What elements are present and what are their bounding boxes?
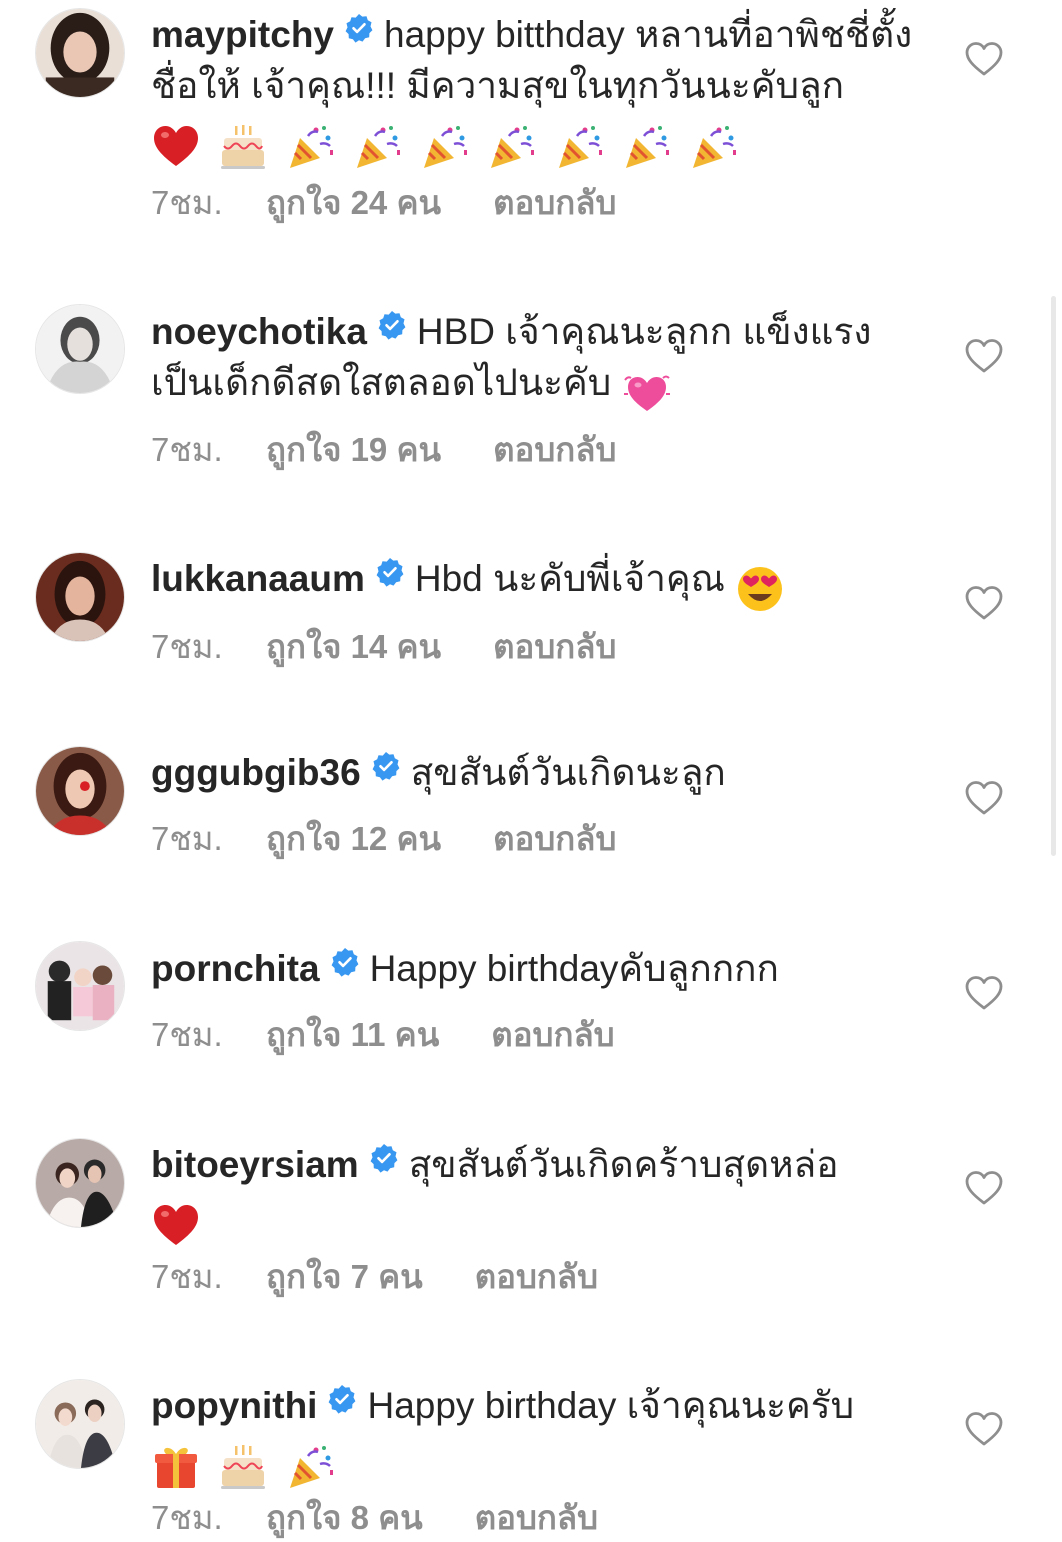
party-popper-emoji-icon [555,122,605,172]
avatar[interactable] [35,1379,125,1469]
comment-text: noeychotika HBD เจ้าคุณนะลูกก แข็งแรงเป็น… [151,306,931,418]
reply-button[interactable]: ตอบกลับ [493,819,616,859]
comment-text: pornchita Happy birthdayคับลูกกกก [151,943,931,994]
comment-likes-count[interactable]: ถูกใจ 7 คน [266,1257,423,1297]
comment-body: Happy birthdayคับลูกกกก [369,948,779,989]
growing-heart-emoji-icon [622,368,672,418]
comment-time: 7ชม. [151,628,223,665]
avatar[interactable] [35,8,125,98]
comment-body: Happy birthday เจ้าคุณนะครับ [367,1385,855,1426]
avatar-photo [36,305,124,393]
verified-badge-icon [371,751,401,781]
verified-badge-icon [375,557,405,587]
comment-text: bitoeyrsiam สุขสันต์วันเกิดคร้าบสุดหล่อ [151,1139,931,1251]
avatar-photo [36,9,124,97]
avatar[interactable] [35,1138,125,1228]
comment-text: lukkanaaum Hbd นะคับพี่เจ้าคุณ [151,553,931,614]
avatar-photo [36,1380,124,1468]
comment-username[interactable]: popynithi [151,1385,317,1426]
emoji-group [151,1439,343,1492]
reply-button[interactable]: ตอบกลับ [493,183,616,223]
comment-time: 7ชม. [151,1016,223,1053]
comment-likes-count[interactable]: ถูกใจ 24 คน [266,183,441,223]
comment-text: popynithi Happy birthday เจ้าคุณนะครับ [151,1380,931,1492]
avatar-photo [36,1139,124,1227]
comment-meta: 7ชม. ถูกใจ 19 คน ตอบกลับ [151,430,616,470]
verified-badge-icon [327,1384,357,1414]
emoji-group [151,1198,208,1251]
like-heart-icon[interactable] [964,974,1004,1012]
comment-meta: 7ชม. ถูกใจ 8 คน ตอบกลับ [151,1498,598,1538]
comment-username[interactable]: maypitchy [151,14,334,55]
comment-body: สุขสันต์วันเกิดคร้าบสุดหล่อ [408,1144,839,1185]
comment-username[interactable]: bitoeyrsiam [151,1144,359,1185]
emoji-group [151,119,746,172]
scrollbar[interactable] [1051,296,1056,856]
like-heart-icon[interactable] [964,1410,1004,1448]
like-heart-icon[interactable] [964,779,1004,817]
comment-text: maypitchy happy bitthday หลานที่อาพิชชี่ต… [151,9,931,172]
comment-meta: 7ชม. ถูกใจ 11 คน ตอบกลับ [151,1015,615,1055]
like-heart-icon[interactable] [964,40,1004,78]
comment-time: 7ชม. [151,184,223,221]
like-heart-icon[interactable] [964,337,1004,375]
party-popper-emoji-icon [286,122,336,172]
verified-badge-icon [377,310,407,340]
reply-button[interactable]: ตอบกลับ [493,430,616,470]
reply-button[interactable]: ตอบกลับ [475,1498,598,1538]
comment-meta: 7ชม. ถูกใจ 24 คน ตอบกลับ [151,183,616,223]
avatar[interactable] [35,941,125,1031]
reply-button[interactable]: ตอบกลับ [475,1257,598,1297]
comment-username[interactable]: noeychotika [151,311,367,352]
comment-username[interactable]: gggubgib36 [151,752,361,793]
party-popper-emoji-icon [689,122,739,172]
comment-time: 7ชม. [151,431,223,468]
heart-eyes-emoji-icon [735,564,785,614]
like-heart-icon[interactable] [964,584,1004,622]
emoji-group [622,365,679,418]
comment-body: Hbd นะคับพี่เจ้าคุณ [414,558,736,599]
avatar[interactable] [35,304,125,394]
comment-body: สุขสันต์วันเกิดนะลูก [410,752,726,793]
red-heart-emoji-icon [151,1201,201,1251]
comment-likes-count[interactable]: ถูกใจ 8 คน [266,1498,423,1538]
comment-time: 7ชม. [151,1258,223,1295]
wrapped-gift-emoji-icon [151,1442,201,1492]
comment-meta: 7ชม. ถูกใจ 12 คน ตอบกลับ [151,819,616,859]
birthday-cake-emoji-icon [218,1442,268,1492]
verified-badge-icon [344,13,374,43]
party-popper-emoji-icon [420,122,470,172]
party-popper-emoji-icon [286,1442,336,1492]
comment-username[interactable]: lukkanaaum [151,558,365,599]
avatar-photo [36,942,124,1030]
verified-badge-icon [369,1143,399,1173]
like-heart-icon[interactable] [964,1169,1004,1207]
emoji-group [735,561,792,614]
party-popper-emoji-icon [487,122,537,172]
party-popper-emoji-icon [622,122,672,172]
reply-button[interactable]: ตอบกลับ [493,627,616,667]
comment-meta: 7ชม. ถูกใจ 14 คน ตอบกลับ [151,627,616,667]
comment-likes-count[interactable]: ถูกใจ 12 คน [266,819,441,859]
avatar-photo [36,553,124,641]
comment-username[interactable]: pornchita [151,948,320,989]
avatar[interactable] [35,746,125,836]
comment-likes-count[interactable]: ถูกใจ 14 คน [266,627,441,667]
party-popper-emoji-icon [353,122,403,172]
avatar-photo [36,747,124,835]
comment-likes-count[interactable]: ถูกใจ 19 คน [266,430,441,470]
avatar[interactable] [35,552,125,642]
birthday-cake-emoji-icon [218,122,268,172]
verified-badge-icon [330,947,360,977]
reply-button[interactable]: ตอบกลับ [491,1015,614,1055]
comment-meta: 7ชม. ถูกใจ 7 คน ตอบกลับ [151,1257,598,1297]
comment-time: 7ชม. [151,820,223,857]
red-heart-emoji-icon [151,122,201,172]
comment-time: 7ชม. [151,1499,223,1536]
comment-text: gggubgib36 สุขสันต์วันเกิดนะลูก [151,747,931,798]
comment-likes-count[interactable]: ถูกใจ 11 คน [266,1015,439,1055]
